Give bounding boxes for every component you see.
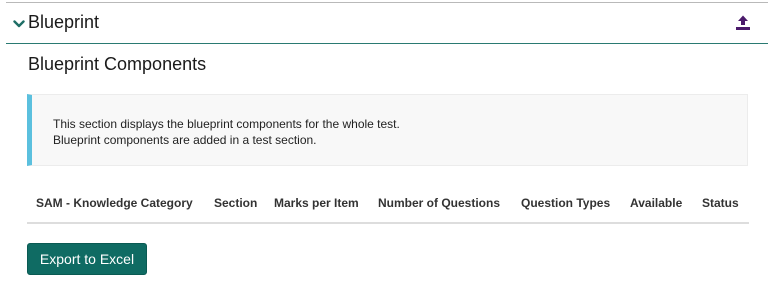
panel-title: Blueprint [28,12,100,32]
export-to-excel-button[interactable]: Export to Excel [27,243,147,275]
column-header-status[interactable]: Status [702,196,739,210]
column-header-number-of-questions[interactable]: Number of Questions [378,196,500,210]
upload-icon[interactable] [734,14,752,32]
chevron-down-icon[interactable] [13,17,25,29]
info-text-line-2: Blueprint components are added in a test… [53,133,317,147]
info-text-line-1: This section displays the blueprint comp… [53,117,400,131]
section-title: Blueprint Components [28,54,207,74]
column-header-marks-per-item[interactable]: Marks per Item [274,196,359,210]
panel-header[interactable]: Blueprint [6,3,768,44]
column-header-available[interactable]: Available [630,196,682,210]
blueprint-panel: Blueprint Blueprint Components This sect… [6,2,768,292]
info-alert: This section displays the blueprint comp… [27,94,748,166]
column-header-question-types[interactable]: Question Types [521,196,610,210]
column-header-knowledge-category[interactable]: SAM - Knowledge Category [36,196,193,210]
table-header: SAM - Knowledge Category Section Marks p… [27,186,749,224]
column-header-section[interactable]: Section [214,196,257,210]
